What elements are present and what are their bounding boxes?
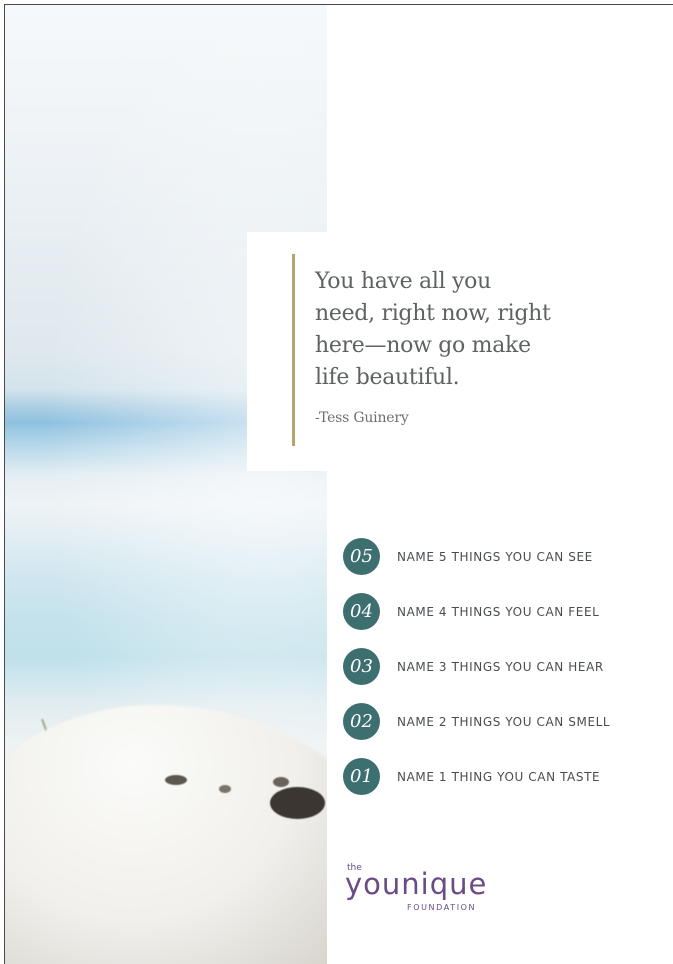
step-label: NAME 4 THINGS YOU CAN FEEL — [397, 604, 600, 619]
step-number-badge: 01 — [343, 758, 380, 795]
quote-card: You have all you need, right now, right … — [247, 232, 577, 471]
step-item: 03 NAME 3 THINGS YOU CAN HEAR — [343, 639, 673, 694]
grounding-steps-list: 05 NAME 5 THINGS YOU CAN SEE 04 NAME 4 T… — [343, 529, 673, 804]
step-number-badge: 05 — [343, 538, 380, 575]
step-number-badge: 02 — [343, 703, 380, 740]
step-number-badge: 03 — [343, 648, 380, 685]
quote-author: -Tess Guinery — [315, 410, 409, 426]
logo-wordmark: younique — [345, 867, 488, 901]
step-item: 01 NAME 1 THING YOU CAN TASTE — [343, 749, 673, 804]
step-item: 05 NAME 5 THINGS YOU CAN SEE — [343, 529, 673, 584]
quote-line: need, right now, right — [315, 301, 551, 326]
step-label: NAME 1 THING YOU CAN TASTE — [397, 769, 601, 784]
step-item: 04 NAME 4 THINGS YOU CAN FEEL — [343, 584, 673, 639]
step-label: NAME 5 THINGS YOU CAN SEE — [397, 549, 593, 564]
quote-line: life beautiful. — [315, 365, 460, 390]
step-number-badge: 04 — [343, 593, 380, 630]
step-item: 02 NAME 2 THINGS YOU CAN SMELL — [343, 694, 673, 749]
pebble — [165, 775, 187, 785]
logo-foundation: FOUNDATION — [407, 903, 477, 912]
step-label: NAME 2 THINGS YOU CAN SMELL — [397, 714, 611, 729]
sand-mound — [5, 705, 327, 964]
step-label: NAME 3 THINGS YOU CAN HEAR — [397, 659, 604, 674]
beach-photo-icon — [5, 5, 327, 964]
quote-line: here—now go make — [315, 333, 531, 358]
younique-foundation-logo: the younique FOUNDATION — [345, 863, 525, 913]
quote-text: You have all you need, right now, right … — [315, 266, 575, 394]
quote-rule — [292, 254, 295, 446]
quote-line: You have all you — [315, 269, 491, 294]
pebble — [219, 785, 231, 793]
pebble — [273, 777, 289, 787]
page: You have all you need, right now, right … — [4, 4, 673, 964]
pebble — [270, 787, 325, 819]
